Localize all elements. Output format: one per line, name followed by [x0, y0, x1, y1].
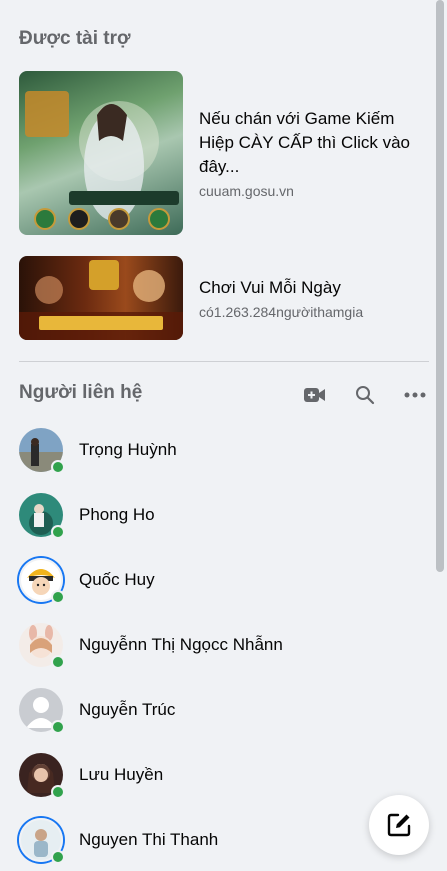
compose-icon	[387, 813, 411, 837]
contact-item[interactable]: Phong Ho	[19, 487, 429, 543]
ad-headline[interactable]: Chơi Vui Mỗi Ngày	[199, 276, 431, 300]
divider	[19, 361, 429, 362]
contact-item[interactable]: Quốc Huy	[19, 552, 429, 608]
online-status-dot	[51, 590, 65, 604]
online-status-dot	[51, 785, 65, 799]
contact-name: Phong Ho	[79, 505, 155, 524]
more-icon	[404, 392, 426, 398]
ad-image[interactable]	[19, 256, 183, 340]
contact-name: Trọng Huỳnh	[79, 440, 177, 459]
online-status-dot	[51, 720, 65, 734]
new-message-button[interactable]	[369, 795, 429, 855]
more-options-button[interactable]	[399, 381, 431, 409]
contacts-toolbar	[299, 381, 431, 409]
sponsored-title: Được tài trợ	[19, 28, 131, 49]
contact-item[interactable]: Nguyễn Trúc	[19, 682, 429, 738]
search-icon	[356, 386, 375, 405]
online-status-dot	[51, 655, 65, 669]
ad-domain: có1.263.284ngườithamgia	[199, 304, 364, 320]
contact-name: Nguyen Thi Thanh	[79, 830, 219, 849]
contact-name: Nguyễn Trúc	[79, 700, 176, 719]
right-rail: Được tài trợ Nếu chán với Game Kiếm Hiệp…	[0, 0, 447, 871]
contact-name: Nguyễnn Thị Ngọcc Nhẫnn	[79, 635, 283, 654]
contact-name: Quốc Huy	[79, 570, 155, 589]
contact-item[interactable]: Trọng Huỳnh	[19, 422, 429, 478]
contact-name: Lưu Huyền	[79, 765, 164, 784]
search-contacts-button[interactable]	[349, 381, 381, 409]
ad-image[interactable]	[19, 71, 183, 235]
contact-item[interactable]: Lưu Huyền	[19, 747, 429, 803]
ad-headline[interactable]: Nếu chán với Game Kiếm Hiệp CÀY CẤP thì …	[199, 107, 431, 179]
sponsored-ad[interactable]: Chơi Vui Mỗi Ngày có1.263.284ngườithamgi…	[19, 256, 431, 340]
ad-domain: cuuam.gosu.vn	[199, 183, 294, 199]
online-status-dot	[51, 525, 65, 539]
contacts-title: Người liên hệ	[19, 382, 143, 403]
scrollbar[interactable]	[436, 0, 444, 572]
online-status-dot	[51, 460, 65, 474]
video-call-icon	[304, 388, 325, 402]
online-status-dot	[51, 850, 65, 864]
sponsored-ad[interactable]: Nếu chán với Game Kiếm Hiệp CÀY CẤP thì …	[19, 71, 431, 235]
contact-item[interactable]: Nguyễnn Thị Ngọcc Nhẫnn	[19, 617, 429, 673]
video-call-button[interactable]	[299, 381, 331, 409]
contact-item[interactable]: Nguyen Thi Thanh	[19, 812, 429, 868]
